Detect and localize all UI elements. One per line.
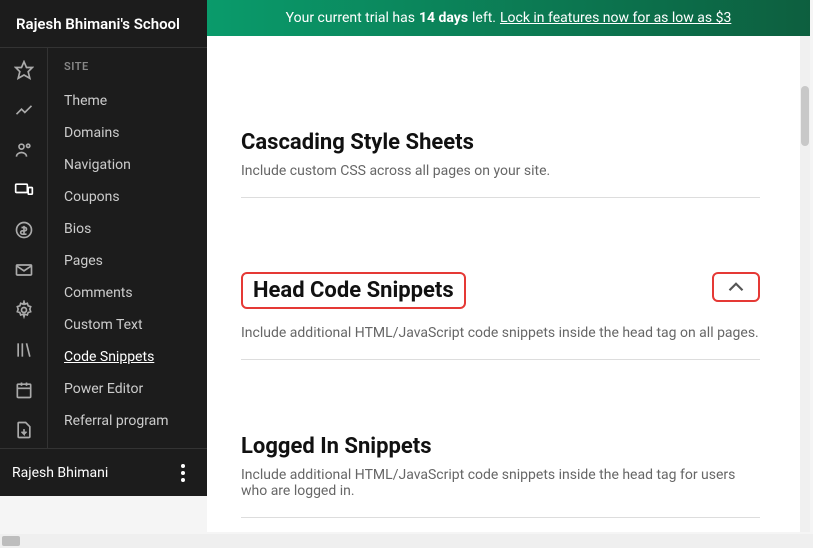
dollar-icon[interactable] xyxy=(14,220,34,240)
sidebar-item-domains[interactable]: Domains xyxy=(60,117,207,149)
mail-icon[interactable] xyxy=(14,260,34,280)
section-css-desc: Include custom CSS across all pages on y… xyxy=(241,163,760,179)
sidebar-item-navigation[interactable]: Navigation xyxy=(60,149,207,181)
calendar-icon[interactable] xyxy=(14,380,34,400)
sidebar: Rajesh Bhimani's School SITE Theme Domai… xyxy=(0,0,207,480)
section-css: Cascading Style Sheets Include custom CS… xyxy=(241,106,760,198)
star-icon[interactable] xyxy=(14,60,34,80)
sidebar-menu: SITE Theme Domains Navigation Coupons Bi… xyxy=(48,0,207,480)
sidebar-item-custom-text[interactable]: Custom Text xyxy=(60,309,207,341)
gear-icon[interactable] xyxy=(14,300,34,320)
section-head-desc: Include additional HTML/JavaScript code … xyxy=(241,325,760,341)
sidebar-item-coupons[interactable]: Coupons xyxy=(60,181,207,213)
trial-suffix: left. xyxy=(472,10,496,26)
sidebar-item-bios[interactable]: Bios xyxy=(60,213,207,245)
menu-heading-site: SITE xyxy=(60,60,207,73)
trial-prefix: Your current trial has xyxy=(286,10,415,26)
sidebar-item-pages[interactable]: Pages xyxy=(60,245,207,277)
trial-days: 14 days xyxy=(419,10,468,26)
bottom-scrollbar-thumb[interactable] xyxy=(2,536,20,546)
footer-user-name: Rajesh Bhimani xyxy=(12,465,108,481)
section-logged-desc: Include additional HTML/JavaScript code … xyxy=(241,467,760,499)
school-title: Rajesh Bhimani's School xyxy=(0,0,207,48)
expand-button[interactable] xyxy=(712,272,760,302)
trial-banner: Your current trial has 14 days left. Loc… xyxy=(207,0,810,36)
analytics-icon[interactable] xyxy=(14,100,34,120)
trial-cta-link[interactable]: Lock in features now for as low as $3 xyxy=(500,10,731,26)
sidebar-icon-column xyxy=(0,0,48,480)
more-menu-button[interactable] xyxy=(171,461,195,485)
content-scrollbar[interactable] xyxy=(800,36,810,532)
section-head-snippets: Head Code Snippets Include additional HT… xyxy=(241,248,760,360)
section-logged-title: Logged In Snippets xyxy=(241,434,760,459)
section-css-title: Cascading Style Sheets xyxy=(241,130,760,155)
library-icon[interactable] xyxy=(14,340,34,360)
school-title-text: Rajesh Bhimani's School xyxy=(16,15,180,33)
chevron-up-icon xyxy=(714,274,758,300)
content-scrollbar-thumb[interactable] xyxy=(801,86,809,146)
sidebar-item-referral[interactable]: Referral program xyxy=(60,405,207,437)
section-head-title: Head Code Snippets xyxy=(241,272,466,309)
sidebar-item-comments[interactable]: Comments xyxy=(60,277,207,309)
main-content: Cascading Style Sheets Include custom CS… xyxy=(207,36,810,532)
people-icon[interactable] xyxy=(14,140,34,160)
footer-bar: Rajesh Bhimani xyxy=(0,448,207,496)
devices-icon[interactable] xyxy=(14,180,34,200)
sidebar-item-code-snippets[interactable]: Code Snippets xyxy=(60,341,207,373)
bottom-scrollbar[interactable] xyxy=(0,534,813,548)
section-logged-in-snippets: Logged In Snippets Include additional HT… xyxy=(241,410,760,518)
file-download-icon[interactable] xyxy=(14,420,34,440)
sidebar-item-theme[interactable]: Theme xyxy=(60,85,207,117)
sidebar-item-power-editor[interactable]: Power Editor xyxy=(60,373,207,405)
